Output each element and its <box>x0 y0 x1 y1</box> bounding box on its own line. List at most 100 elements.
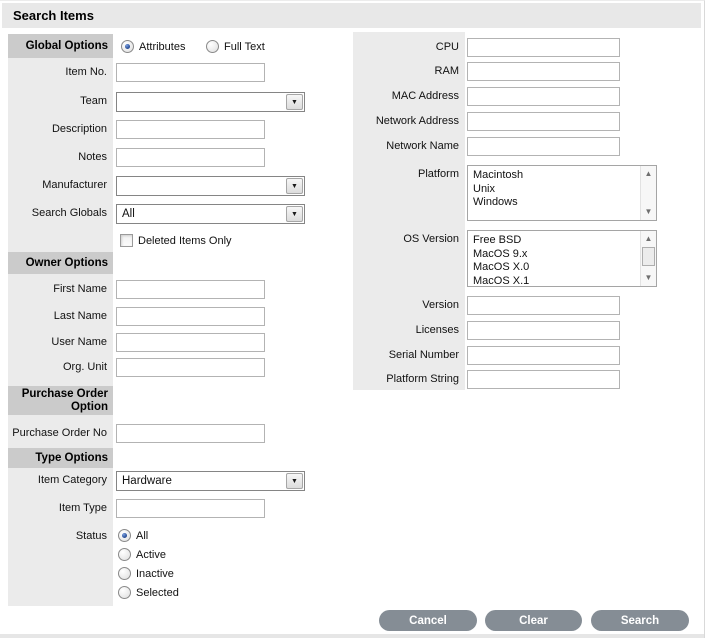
radio-button-icon[interactable] <box>206 40 219 53</box>
first-name-input[interactable] <box>116 280 265 299</box>
list-item[interactable]: MacOS 9.x <box>468 248 656 262</box>
notes-label: Notes <box>78 151 107 163</box>
clear-button[interactable]: Clear <box>485 610 582 631</box>
radio-full-text-label: Full Text <box>224 40 265 53</box>
first-name-label: First Name <box>53 283 107 295</box>
chevron-down-icon[interactable]: ▼ <box>286 178 303 194</box>
chevron-down-icon[interactable]: ▼ <box>286 94 303 110</box>
org-unit-label: Org. Unit <box>62 361 107 373</box>
list-item[interactable]: Macintosh <box>468 169 656 183</box>
version-input[interactable] <box>467 296 620 315</box>
list-item[interactable]: Windows <box>468 196 656 210</box>
network-name-label: Network Name <box>386 140 459 152</box>
deleted-items-only-label: Deleted Items Only <box>138 234 232 247</box>
licenses-input[interactable] <box>467 321 620 340</box>
radio-button-icon[interactable] <box>121 40 134 53</box>
cpu-label: CPU <box>435 41 459 53</box>
chevron-down-icon[interactable]: ▼ <box>286 473 303 489</box>
chevron-down-icon[interactable]: ▼ <box>286 206 303 222</box>
notes-input[interactable] <box>116 148 265 167</box>
scroll-up-icon[interactable]: ▲ <box>641 167 656 181</box>
list-item[interactable]: MacOS X.0 <box>468 261 656 275</box>
item-type-label: Item Type <box>58 502 107 514</box>
cancel-button[interactable]: Cancel <box>379 610 477 631</box>
licenses-label: Licenses <box>415 324 459 336</box>
radio-button-icon[interactable] <box>118 529 131 542</box>
os-version-listbox[interactable]: Free BSD MacOS 9.x MacOS X.0 MacOS X.1 ▲… <box>467 230 657 287</box>
ram-input[interactable] <box>467 62 620 81</box>
section-owner-options: Owner Options <box>8 252 113 274</box>
list-item[interactable]: Unix <box>468 183 656 197</box>
search-globals-dropdown-value: All <box>122 208 135 220</box>
page-title: Search Items <box>13 8 94 23</box>
item-category-dropdown-value: Hardware <box>122 475 172 487</box>
search-globals-label: Search Globals <box>31 207 107 219</box>
item-no-label: Item No. <box>65 66 107 78</box>
scrollbar-thumb[interactable] <box>642 247 655 266</box>
item-no-input[interactable] <box>116 63 265 82</box>
platform-string-input[interactable] <box>467 370 620 389</box>
radio-button-icon[interactable] <box>118 586 131 599</box>
last-name-label: Last Name <box>53 310 107 322</box>
radio-full-text[interactable]: Full Text <box>206 40 265 53</box>
radio-status-all-label: All <box>136 529 149 542</box>
page-title-bar: Search Items <box>2 3 701 28</box>
mac-address-label: MAC Address <box>391 90 459 102</box>
radio-status-inactive[interactable]: Inactive <box>118 567 174 580</box>
cpu-input[interactable] <box>467 38 620 57</box>
manufacturer-label: Manufacturer <box>42 179 107 191</box>
scrollbar[interactable]: ▲ ▼ <box>640 231 656 286</box>
status-label: Status <box>75 530 107 542</box>
team-label: Team <box>80 95 107 107</box>
network-address-input[interactable] <box>467 112 620 131</box>
scroll-up-icon[interactable]: ▲ <box>641 232 656 246</box>
description-input[interactable] <box>116 120 265 139</box>
deleted-items-only-checkbox[interactable]: Deleted Items Only <box>120 234 232 247</box>
item-category-dropdown[interactable]: Hardware ▼ <box>116 471 305 491</box>
serial-number-label: Serial Number <box>388 349 459 361</box>
section-global-options: Global Options <box>8 34 113 58</box>
user-name-input[interactable] <box>116 333 265 352</box>
network-name-input[interactable] <box>467 137 620 156</box>
search-button[interactable]: Search <box>591 610 689 631</box>
serial-number-input[interactable] <box>467 346 620 365</box>
checkbox-icon[interactable] <box>120 234 133 247</box>
item-type-input[interactable] <box>116 499 265 518</box>
mac-address-input[interactable] <box>467 87 620 106</box>
list-item[interactable]: MacOS X.1 <box>468 275 656 289</box>
org-unit-input[interactable] <box>116 358 265 377</box>
radio-attributes-label: Attributes <box>139 40 186 53</box>
ram-label: RAM <box>434 65 459 77</box>
list-item[interactable]: Free BSD <box>468 234 656 248</box>
search-globals-dropdown[interactable]: All ▼ <box>116 204 305 224</box>
user-name-label: User Name <box>51 336 107 348</box>
os-version-label: OS Version <box>403 233 459 245</box>
item-category-label: Item Category <box>37 474 107 486</box>
section-purchase-order-option: Purchase Order Option <box>8 386 113 415</box>
radio-button-icon[interactable] <box>118 567 131 580</box>
purchase-order-no-input[interactable] <box>116 424 265 443</box>
version-label: Version <box>422 299 459 311</box>
radio-status-active[interactable]: Active <box>118 548 166 561</box>
scroll-down-icon[interactable]: ▼ <box>641 271 656 285</box>
scrollbar[interactable]: ▲ ▼ <box>640 166 656 220</box>
manufacturer-dropdown[interactable]: ▼ <box>116 176 305 196</box>
scroll-down-icon[interactable]: ▼ <box>641 205 656 219</box>
last-name-input[interactable] <box>116 307 265 326</box>
radio-status-selected[interactable]: Selected <box>118 586 179 599</box>
radio-status-inactive-label: Inactive <box>136 567 174 580</box>
bottom-strip <box>0 634 704 638</box>
radio-status-active-label: Active <box>136 548 166 561</box>
description-label: Description <box>51 123 107 135</box>
network-address-label: Network Address <box>375 115 459 127</box>
radio-status-all[interactable]: All <box>118 529 148 542</box>
platform-listbox[interactable]: Macintosh Unix Windows ▲ ▼ <box>467 165 657 221</box>
platform-string-label: Platform String <box>386 373 459 385</box>
platform-label: Platform <box>418 168 459 180</box>
radio-status-selected-label: Selected <box>136 586 179 599</box>
team-dropdown[interactable]: ▼ <box>116 92 305 112</box>
search-items-page: Search Items Global Options Attributes F… <box>0 0 705 638</box>
section-type-options: Type Options <box>8 448 113 468</box>
radio-button-icon[interactable] <box>118 548 131 561</box>
radio-attributes[interactable]: Attributes <box>121 40 185 53</box>
